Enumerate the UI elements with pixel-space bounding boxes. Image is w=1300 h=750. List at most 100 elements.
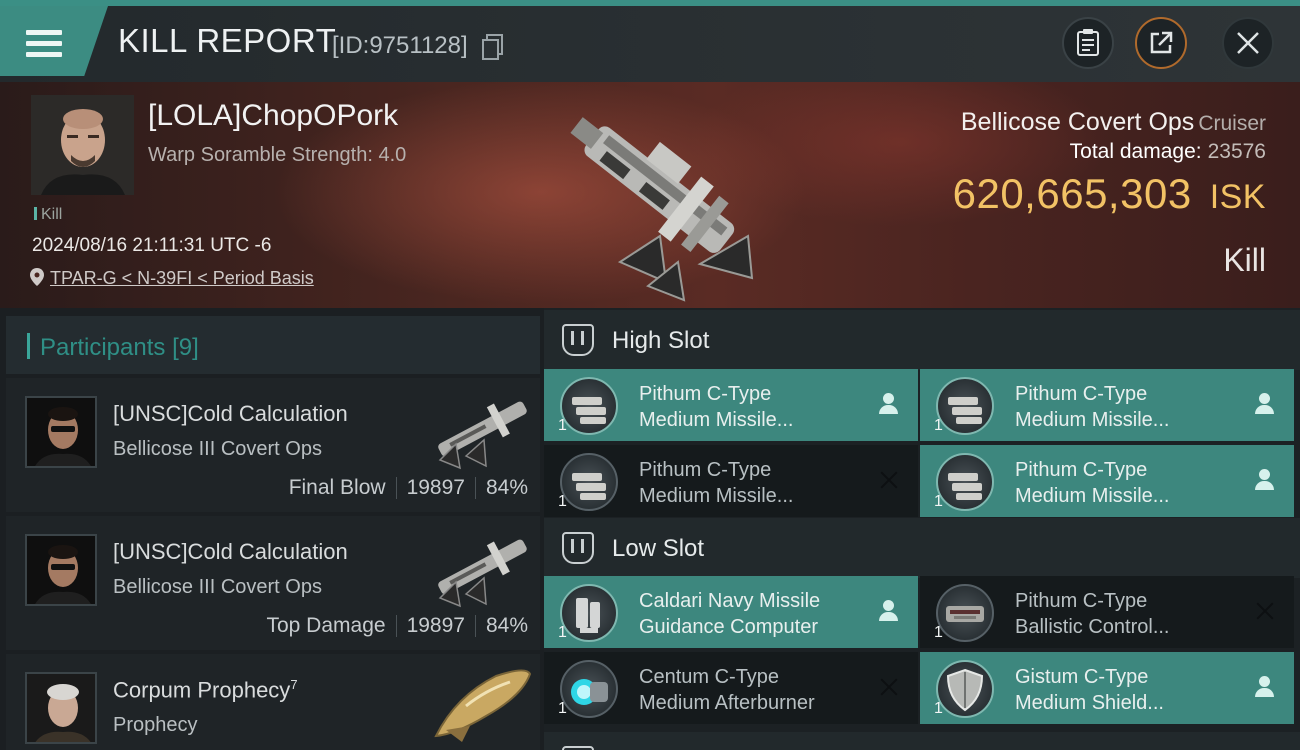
share-icon xyxy=(1150,31,1173,54)
module-name: Caldari Navy Missile Guidance Computer xyxy=(639,588,820,640)
participant-ship-image xyxy=(438,401,527,470)
ship-class: Cruiser xyxy=(1198,112,1266,135)
mid-slot-header xyxy=(544,732,1300,750)
module-slot[interactable]: 1 Pithum C-Type Ballistic Control... xyxy=(920,576,1294,648)
module-quantity: 1 xyxy=(934,417,943,434)
close-button[interactable] xyxy=(1222,17,1274,69)
mid-slot-icon xyxy=(562,746,594,750)
module-slot[interactable]: 1 Pithum C-Type Medium Missile... xyxy=(920,369,1294,441)
victim-ship-name[interactable]: Bellicose Covert Ops Cruiser xyxy=(961,108,1266,137)
participant-row[interactable]: Corpum Prophecy7 Prophecy xyxy=(6,654,540,750)
participant-row[interactable]: [UNSC]Cold Calculation Bellicose III Cov… xyxy=(6,516,540,650)
clipboard-button[interactable] xyxy=(1062,17,1114,69)
participants-panel: Participants [9] [UNSC]Cold Calculation … xyxy=(6,308,540,750)
module-name-line2: Medium Afterburner xyxy=(639,692,815,714)
module-quantity: 1 xyxy=(558,493,567,510)
participant-ship-image xyxy=(434,669,532,742)
module-name: Pithum C-Type Medium Missile... xyxy=(639,381,793,433)
module-name-line2: Medium Missile... xyxy=(1015,409,1170,431)
module-name-line1: Pithum C-Type xyxy=(639,459,772,481)
kill-tag: Kill xyxy=(34,206,62,224)
participant-ship: Bellicose III Covert Ops xyxy=(113,576,322,598)
participant-role: Top Damage xyxy=(266,614,386,637)
participants-accent-bar xyxy=(27,333,30,359)
kill-banner: [LOLA]ChopOPork Warp Soramble Strength: … xyxy=(0,82,1300,308)
participants-label: Participants xyxy=(40,334,166,361)
module-name-line2: Medium Missile... xyxy=(1015,485,1170,507)
destroyed-x-icon xyxy=(878,469,900,491)
low-slot-label: Low Slot xyxy=(612,535,705,562)
participant-name[interactable]: [UNSC]Cold Calculation xyxy=(113,401,348,427)
participant-damage: 19897 xyxy=(406,476,465,499)
warp-scramble-strength: Warp Soramble Strength: 4.0 xyxy=(148,144,407,166)
participant-stats: Top Damage 19897 84% xyxy=(266,614,528,638)
destroyed-x-icon xyxy=(1254,600,1276,622)
victim-ship-image xyxy=(570,117,754,302)
share-button[interactable] xyxy=(1135,17,1187,69)
fitting-panel: High Slot 1 Pithum C-Type Medium Missile.… xyxy=(544,308,1300,750)
module-slot[interactable]: 1 Pithum C-Type Medium Missile... xyxy=(544,369,918,441)
ballistic-control-icon xyxy=(936,584,994,642)
high-slot-label: High Slot xyxy=(612,327,710,354)
avatar-image xyxy=(27,674,95,742)
low-slot-icon xyxy=(562,532,594,564)
victim-name[interactable]: [LOLA]ChopOPork xyxy=(148,99,398,133)
menu-icon xyxy=(26,30,62,58)
stats-divider xyxy=(474,615,476,637)
module-quantity: 1 xyxy=(934,700,943,717)
module-name: Gistum C-Type Medium Shield... xyxy=(1015,664,1164,716)
kill-timestamp: 2024/08/16 21:11:31 UTC -6 xyxy=(32,235,272,256)
module-slot[interactable]: 1 Caldari Navy Missile Guidance Computer xyxy=(544,576,918,648)
participant-avatar[interactable] xyxy=(25,534,97,606)
close-icon xyxy=(1237,32,1259,54)
module-slot[interactable]: 1 Centum C-Type Medium Afterburner xyxy=(544,652,918,724)
kill-location[interactable]: TPAR-G < N-39FI < Period Basis xyxy=(30,268,314,289)
module-name-line1: Centum C-Type xyxy=(639,666,780,688)
shield-icon xyxy=(936,660,994,718)
module-name-line1: Pithum C-Type xyxy=(1015,459,1148,481)
module-name-line1: Caldari Navy Missile xyxy=(639,590,821,612)
participant-avatar[interactable] xyxy=(25,396,97,468)
page-title: KILL REPORT xyxy=(118,22,337,59)
participants-count: [9] xyxy=(172,334,199,361)
pilot-icon xyxy=(1254,676,1276,698)
header-bar: KILL REPORT [ID:9751128] xyxy=(0,0,1300,82)
high-slot-icon xyxy=(562,324,594,356)
module-slot[interactable]: 1 Pithum C-Type Medium Missile... xyxy=(920,445,1294,517)
report-id: [ID:9751128] xyxy=(332,32,468,59)
pilot-icon xyxy=(878,600,900,622)
stats-divider xyxy=(474,477,476,499)
missile-launcher-icon xyxy=(936,453,994,511)
participant-ship: Bellicose III Covert Ops xyxy=(113,438,322,460)
participant-row[interactable]: [UNSC]Cold Calculation Bellicose III Cov… xyxy=(6,378,540,512)
participants-title: Participants [9] xyxy=(40,334,199,362)
high-slot-header: High Slot xyxy=(544,310,1300,370)
pilot-icon xyxy=(878,393,900,415)
location-link[interactable]: TPAR-G < N-39FI < Period Basis xyxy=(50,268,314,288)
module-name-line1: Pithum C-Type xyxy=(1015,383,1148,405)
low-slot-header: Low Slot xyxy=(544,518,1300,578)
menu-button[interactable] xyxy=(0,6,108,76)
participant-percent: 84% xyxy=(485,476,528,499)
copy-icon[interactable] xyxy=(482,34,503,60)
missile-launcher-icon xyxy=(560,377,618,435)
pilot-icon xyxy=(1254,469,1276,491)
module-quantity: 1 xyxy=(558,417,567,434)
module-slot[interactable]: 1 Gistum C-Type Medium Shield... xyxy=(920,652,1294,724)
module-name: Pithum C-Type Medium Missile... xyxy=(1015,381,1169,433)
total-damage-value: 23576 xyxy=(1207,140,1266,163)
participant-name[interactable]: Corpum Prophecy7 xyxy=(113,677,298,703)
module-slot[interactable]: 1 Pithum C-Type Medium Missile... xyxy=(544,445,918,517)
missile-launcher-icon xyxy=(560,453,618,511)
participant-avatar[interactable] xyxy=(25,672,97,744)
isk-unit: ISK xyxy=(1209,178,1266,216)
stats-divider xyxy=(395,477,397,499)
pilot-icon xyxy=(1254,393,1276,415)
module-quantity: 1 xyxy=(558,624,567,641)
avatar-image xyxy=(27,398,95,466)
participant-name[interactable]: [UNSC]Cold Calculation xyxy=(113,539,348,565)
module-name-line1: Gistum C-Type xyxy=(1015,666,1149,688)
isk-value: 620,665,303 ISK xyxy=(953,170,1266,218)
victim-portrait[interactable] xyxy=(31,95,134,195)
participant-damage: 19897 xyxy=(406,614,465,637)
